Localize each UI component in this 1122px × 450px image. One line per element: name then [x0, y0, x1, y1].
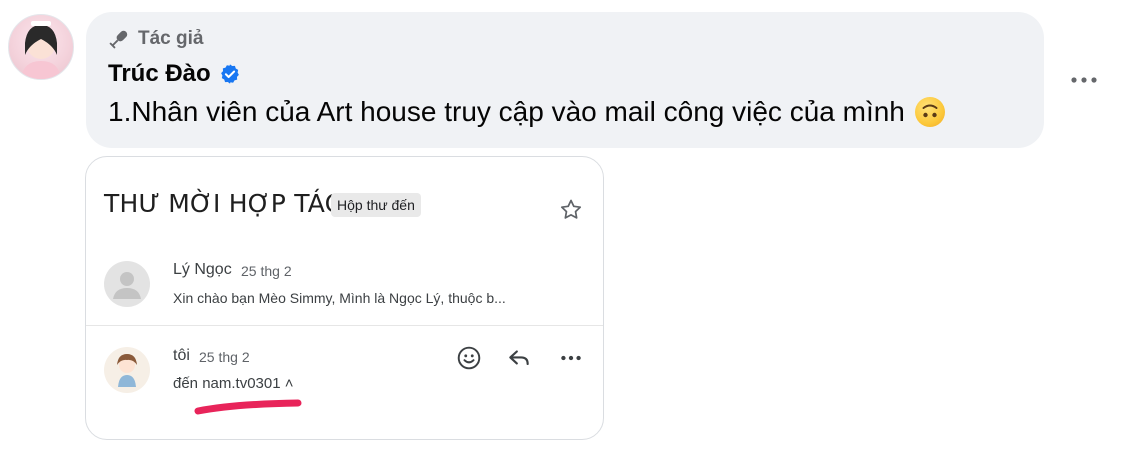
star-icon [558, 197, 584, 228]
my-date: 25 thg 2 [199, 349, 250, 365]
verified-badge-icon [220, 64, 239, 84]
my-avatar [104, 347, 150, 393]
email-subject: THƯ MỜI HỢP TÁC [104, 189, 343, 218]
comment-body: 1.Nhân viên của Art house truy cập vào m… [108, 96, 945, 128]
my-name: tôi [173, 347, 190, 364]
emoji-react-icon [456, 345, 482, 376]
attached-image[interactable]: THƯ MỜI HỢP TÁC Hộp thư đến Lý Ngọc 25 t… [85, 156, 604, 440]
recipient-line: đến nam.tv0301 ˄ [173, 375, 294, 392]
message-snippet: Xin chào bạn Mèo Simmy, Mình là Ngọc Lý,… [173, 290, 506, 306]
microphone-icon [109, 30, 128, 49]
red-highlight-underline [194, 399, 302, 415]
author-label: Tác giả [138, 28, 204, 49]
sender-date: 25 thg 2 [241, 263, 292, 279]
sender-name: Lý Ngọc [173, 261, 232, 278]
more-options-button[interactable] [1064, 64, 1104, 96]
more-dots-icon [1071, 77, 1097, 83]
author-name[interactable]: Trúc Đào [108, 60, 211, 88]
comment-bubble: Tác giả Trúc Đào 1.Nhân viên của Art hou… [86, 12, 1044, 148]
message-divider [86, 325, 603, 326]
sender-avatar [104, 261, 150, 307]
commenter-avatar[interactable] [8, 14, 74, 80]
default-person-icon [113, 272, 141, 299]
comment-text: 1.Nhân viên của Art house truy cập vào m… [108, 96, 905, 127]
author-badge: Tác giả [108, 28, 203, 50]
author-name-row: Trúc Đào [108, 60, 241, 88]
message-more-icon [558, 345, 584, 376]
inbox-label-chip: Hộp thư đến [331, 193, 421, 217]
avatar-illustration [21, 21, 61, 79]
anime-avatar-icon [117, 354, 137, 387]
upside-down-face-emoji-icon [914, 97, 945, 127]
reply-icon [506, 345, 532, 376]
